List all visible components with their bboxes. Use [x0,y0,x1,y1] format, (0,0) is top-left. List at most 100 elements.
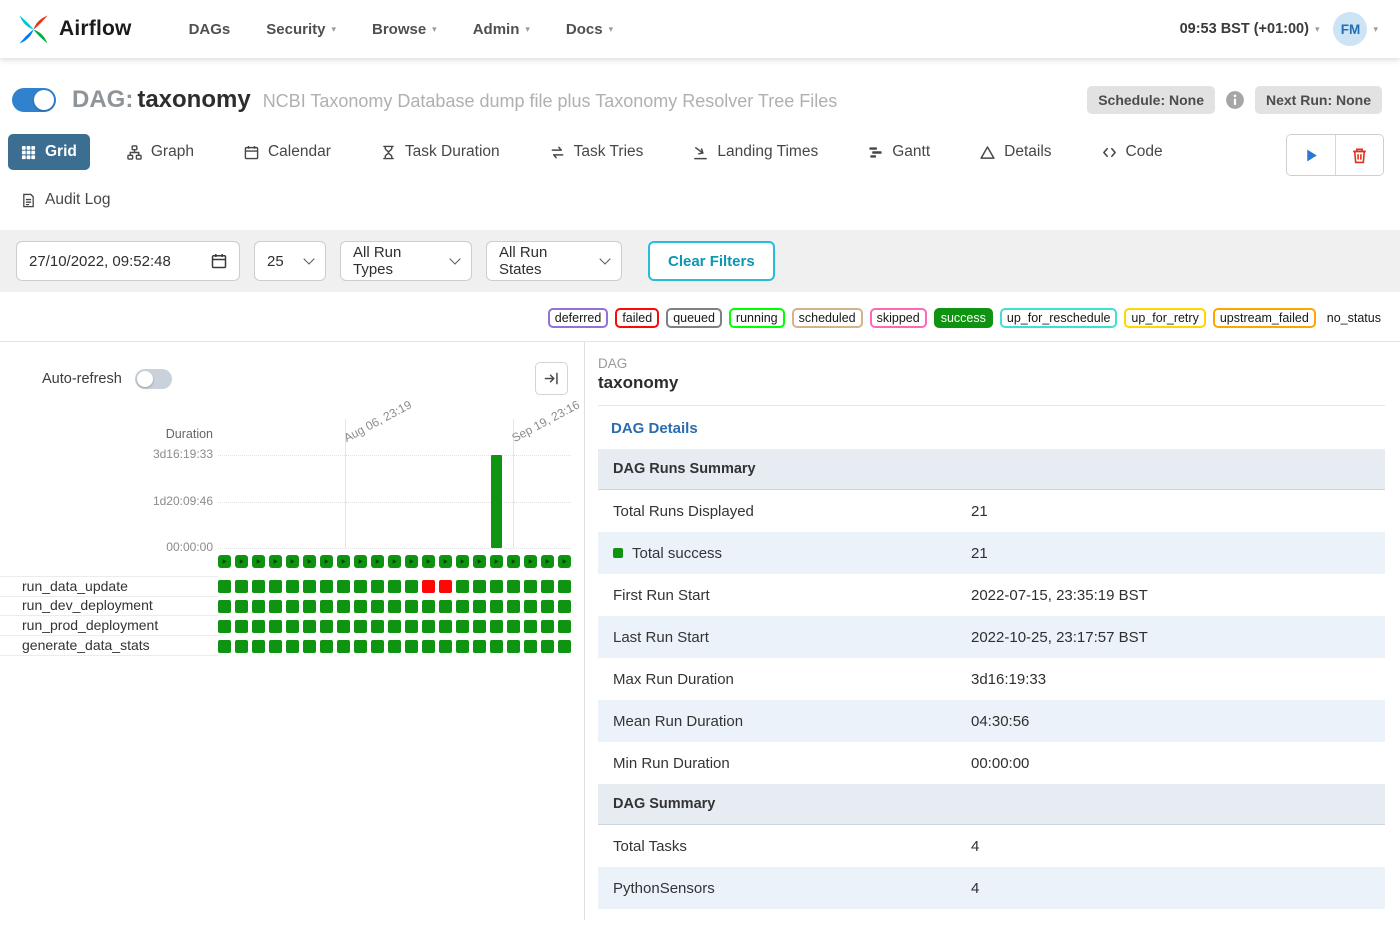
toggle-details-panel-button[interactable] [535,362,568,395]
task-instance-6[interactable] [303,599,316,613]
dag-run-square-1[interactable] [218,555,231,568]
legend-status-scheduled[interactable]: scheduled [791,308,863,328]
task-instance-15[interactable] [456,639,469,653]
dag-run-square-4[interactable] [269,555,282,568]
legend-status-up_for_reschedule[interactable]: up_for_reschedule [999,308,1118,328]
run-types-select[interactable]: All Run Types [340,241,472,281]
task-instance-7[interactable] [320,639,333,653]
task-instance-13[interactable] [422,639,435,653]
schedule-info-icon[interactable] [1225,90,1245,110]
task-instance-18[interactable] [507,579,520,593]
legend-status-queued[interactable]: queued [666,308,722,328]
task-instance-12[interactable] [405,579,418,593]
task-instance-3[interactable] [252,619,265,633]
auto-refresh-toggle[interactable] [134,368,172,389]
task-instance-19[interactable] [524,619,537,633]
legend-status-failed[interactable]: failed [615,308,660,328]
legend-status-skipped[interactable]: skipped [869,308,927,328]
task-instance-16[interactable] [473,579,486,593]
task-instance-2[interactable] [235,579,248,593]
trigger-dag-button[interactable] [1287,135,1335,175]
task-instance-4[interactable] [269,639,282,653]
task-instance-6[interactable] [303,639,316,653]
dag-run-square-20[interactable] [541,555,554,568]
airflow-brand[interactable]: Airflow [16,12,132,47]
task-instance-14[interactable] [439,599,452,613]
task-instance-11[interactable] [388,619,401,633]
task-instance-7[interactable] [320,599,333,613]
task-instance-7[interactable] [320,579,333,593]
tab-details[interactable]: Details [967,134,1064,170]
task-instance-11[interactable] [388,639,401,653]
task-instance-1[interactable] [218,579,231,593]
tab-landing-times[interactable]: Landing Times [680,134,831,170]
dag-run-square-9[interactable] [354,555,367,568]
task-instance-2[interactable] [235,619,248,633]
clear-filters-button[interactable]: Clear Filters [648,241,775,281]
task-instance-12[interactable] [405,599,418,613]
dag-run-square-13[interactable] [422,555,435,568]
task-instance-17[interactable] [490,639,503,653]
dag-run-square-6[interactable] [303,555,316,568]
task-instance-11[interactable] [388,599,401,613]
dag-pause-toggle[interactable] [12,88,56,112]
dag-run-square-21[interactable] [558,555,571,568]
nav-item-admin[interactable]: Admin ▾ [458,11,545,48]
task-instance-4[interactable] [269,579,282,593]
task-instance-1[interactable] [218,639,231,653]
task-instance-18[interactable] [507,619,520,633]
task-instance-21[interactable] [558,599,571,613]
task-instance-17[interactable] [490,579,503,593]
calendar-icon[interactable] [211,253,227,269]
task-instance-3[interactable] [252,599,265,613]
dag-run-square-10[interactable] [371,555,384,568]
task-instance-4[interactable] [269,599,282,613]
task-instance-16[interactable] [473,619,486,633]
task-instance-6[interactable] [303,619,316,633]
dag-run-square-2[interactable] [235,555,248,568]
task-instance-9[interactable] [354,619,367,633]
tab-grid[interactable]: Grid [8,134,90,170]
task-instance-5[interactable] [286,639,299,653]
task-instance-10[interactable] [371,639,384,653]
task-instance-14[interactable] [439,579,452,593]
task-instance-3[interactable] [252,579,265,593]
nav-item-dags[interactable]: DAGs [174,11,246,48]
task-instance-16[interactable] [473,639,486,653]
task-instance-5[interactable] [286,579,299,593]
task-instance-8[interactable] [337,599,350,613]
task-instance-14[interactable] [439,619,452,633]
task-instance-9[interactable] [354,639,367,653]
dag-run-square-14[interactable] [439,555,452,568]
task-instance-20[interactable] [541,579,554,593]
task-instance-19[interactable] [524,599,537,613]
task-instance-13[interactable] [422,579,435,593]
task-instance-8[interactable] [337,619,350,633]
task-instance-18[interactable] [507,639,520,653]
task-instance-16[interactable] [473,599,486,613]
legend-status-running[interactable]: running [728,308,785,328]
task-instance-20[interactable] [541,599,554,613]
run-states-select[interactable]: All Run States [486,241,622,281]
task-instance-17[interactable] [490,599,503,613]
task-instance-8[interactable] [337,639,350,653]
task-instance-20[interactable] [541,639,554,653]
task-instance-21[interactable] [558,639,571,653]
task-instance-21[interactable] [558,619,571,633]
task-instance-15[interactable] [456,599,469,613]
tab-task-duration[interactable]: Task Duration [368,134,513,170]
task-name[interactable]: generate_data_stats [0,636,218,656]
task-instance-9[interactable] [354,579,367,593]
task-instance-18[interactable] [507,599,520,613]
duration-bar[interactable] [491,455,502,548]
task-instance-2[interactable] [235,599,248,613]
task-instance-17[interactable] [490,619,503,633]
task-instance-5[interactable] [286,619,299,633]
task-instance-9[interactable] [354,599,367,613]
nav-item-browse[interactable]: Browse ▾ [357,11,452,48]
tab-calendar[interactable]: Calendar [231,134,344,170]
legend-status-success[interactable]: success [933,308,993,328]
task-instance-7[interactable] [320,619,333,633]
task-instance-10[interactable] [371,619,384,633]
dag-run-square-12[interactable] [405,555,418,568]
